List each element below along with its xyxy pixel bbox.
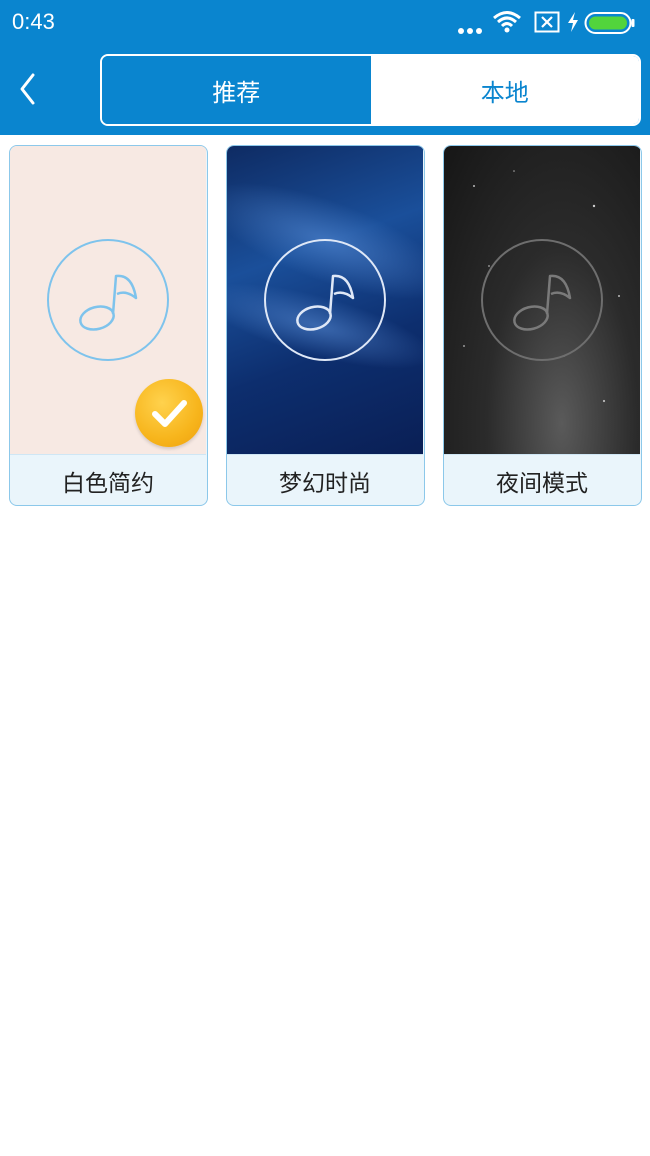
music-note-icon (264, 239, 386, 361)
theme-label: 夜间模式 (444, 454, 640, 505)
music-note-icon (47, 239, 169, 361)
tab-recommended[interactable]: 推荐 (102, 56, 371, 124)
tab-switcher: 推荐 本地 (100, 54, 641, 126)
theme-label: 梦幻时尚 (227, 454, 423, 505)
selected-check-badge (135, 379, 203, 447)
sim-x-icon (534, 11, 560, 37)
theme-grid: 白色简约 梦幻时尚 夜间模式 (9, 145, 642, 506)
battery-icon (584, 11, 636, 39)
theme-card-white-simple[interactable]: 白色简约 (9, 145, 208, 506)
wifi-icon (492, 10, 522, 38)
theme-preview (444, 146, 640, 454)
theme-preview (227, 146, 423, 454)
chevron-left-icon (18, 72, 38, 110)
more-dots-icon (458, 20, 482, 39)
status-bar: 0:43 (0, 0, 650, 46)
status-time: 0:43 (12, 9, 55, 34)
theme-card-night-mode[interactable]: 夜间模式 (443, 145, 642, 506)
checkmark-icon (152, 400, 187, 427)
theme-card-dreamy-fashion[interactable]: 梦幻时尚 (226, 145, 425, 506)
charging-bolt-icon (567, 12, 579, 36)
app-bar: 推荐 本地 (0, 46, 650, 135)
theme-label: 白色简约 (10, 454, 206, 505)
theme-preview (10, 146, 206, 454)
tab-local[interactable]: 本地 (370, 56, 639, 124)
music-note-icon (481, 239, 603, 361)
back-button[interactable] (6, 66, 50, 116)
